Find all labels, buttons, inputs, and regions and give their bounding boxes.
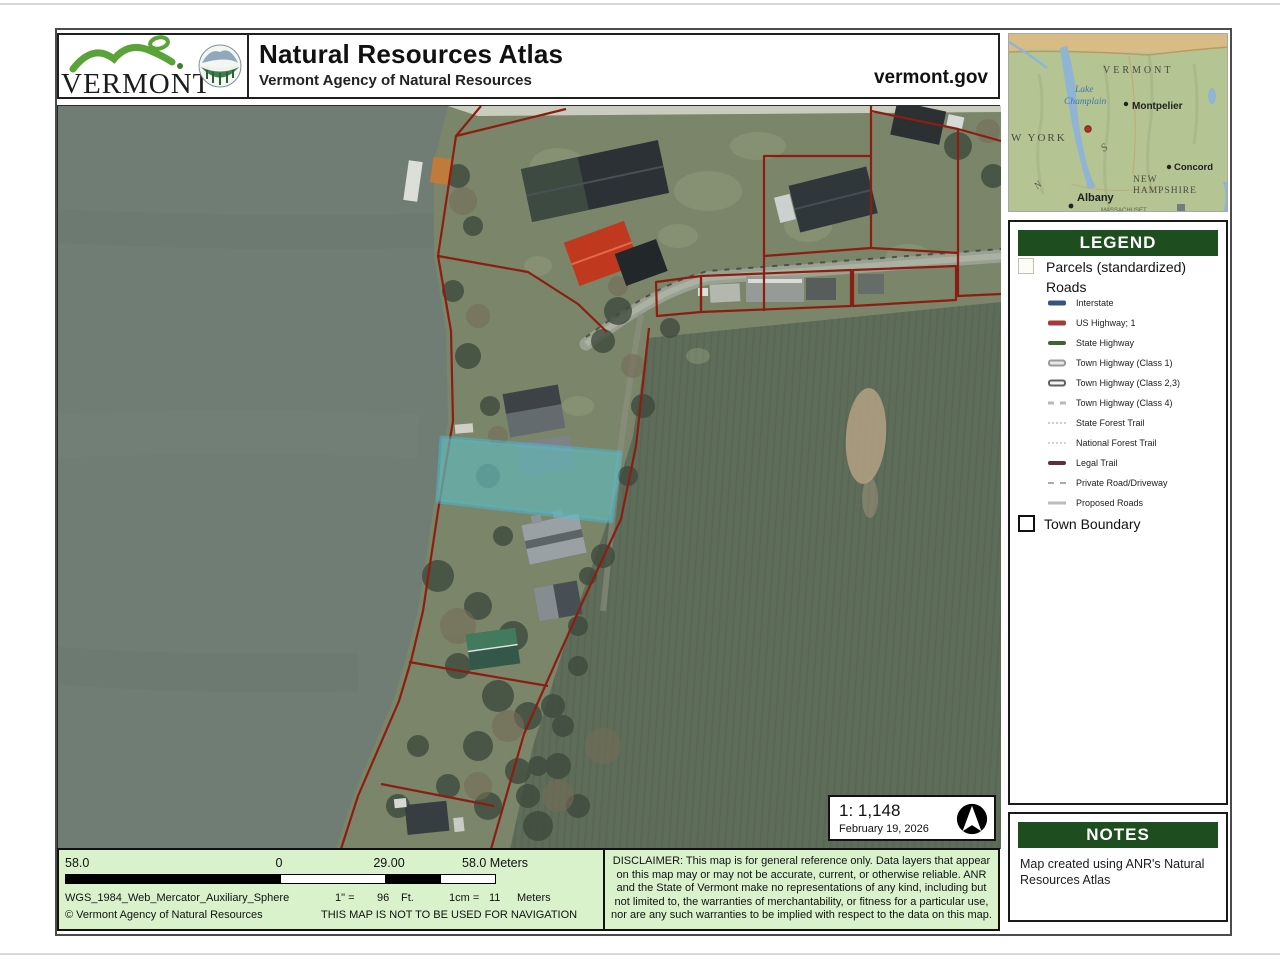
building-green-roof <box>466 628 521 671</box>
inset-label-lake1: Lake <box>1074 85 1093 95</box>
scale-ratio-box: 1: 1,148 February 19, 2026 <box>828 795 996 841</box>
header-divider <box>247 35 249 97</box>
scale-ratio: 1: 1,148 <box>839 801 900 821</box>
town-boundary-label: Town Boundary <box>1044 516 1141 532</box>
legend-label: Private Road/Driveway <box>1076 478 1168 488</box>
page-top-divider <box>0 3 1280 5</box>
navigation-warning: THIS MAP IS NOT TO BE USED FOR NAVIGATIO… <box>321 909 577 921</box>
legend-row-us-highway: US Highway; 1 <box>1010 314 1226 332</box>
legend-row-interstate: Interstate <box>1010 294 1226 312</box>
map-export-page: VERMONT Natural Resources Atlas Vermont … <box>0 0 1280 960</box>
state-forest-trail-dash-icon <box>1048 422 1066 424</box>
vermont-gov-label: vermont.gov <box>874 67 988 89</box>
page-bottom-divider <box>0 953 1280 955</box>
inch-eq: 1" = <box>335 892 355 904</box>
scalebar-mid-label: 29.00 <box>373 856 404 870</box>
cm-eq: 1cm = <box>449 892 479 904</box>
aerial-map <box>58 106 1001 849</box>
town-highway-23-line-icon <box>1048 380 1066 387</box>
roads-heading: Roads <box>1046 279 1086 295</box>
parcels-checkbox <box>1018 258 1034 274</box>
legend-label: State Forest Trail <box>1076 418 1145 428</box>
map-date: February 19, 2026 <box>839 823 929 835</box>
vermont-wordmark: VERMONT <box>61 68 211 97</box>
legend-row-legal-trail: Legal Trail <box>1010 454 1226 472</box>
north-arrow-icon <box>955 802 989 836</box>
legal-trail-line-icon <box>1048 461 1066 465</box>
legend-label: Legal Trail <box>1076 458 1118 468</box>
inset-label-vermont: VERMONT <box>1103 65 1173 76</box>
inset-label-nh2: HAMPSHIRE <box>1133 186 1197 196</box>
legend-row-town-highway-1: Town Highway (Class 1) <box>1010 354 1226 372</box>
cm-unit: Meters <box>517 892 551 904</box>
legend-header: LEGEND <box>1018 230 1218 256</box>
svg-text:MASSACHUSET: MASSACHUSET <box>1101 208 1147 212</box>
inset-label-montpelier: Montpelier <box>1132 101 1183 112</box>
town-highway-1-line-icon <box>1048 360 1066 367</box>
legend-row-private-road: Private Road/Driveway <box>1010 474 1226 492</box>
notes-panel: NOTES Map created using ANR's Natural Re… <box>1008 812 1228 922</box>
scalebar-panel: 58.0 0 29.00 58.0 Meters WGS_1984_Web_Me… <box>57 848 605 931</box>
inset-label-concord: Concord <box>1174 162 1213 173</box>
notes-body: Map created using ANR's Natural Resource… <box>1020 856 1218 888</box>
scalebar-right-label: 58.0 Meters <box>462 856 528 870</box>
logo-area: VERMONT <box>59 35 247 97</box>
inset-label-newyork: W YORK <box>1011 132 1067 144</box>
page-title: Natural Resources Atlas <box>259 39 563 70</box>
scalebar-zero-label: 0 <box>276 856 283 870</box>
inset-label-nh1: NEW <box>1133 175 1158 185</box>
legend-label: US Highway; 1 <box>1076 318 1136 328</box>
legend-town-boundary-row: Town Boundary <box>1010 515 1226 533</box>
disclaimer-panel: DISCLAIMER: This map is for general refe… <box>603 848 1000 931</box>
parcels-label: Parcels (standardized) <box>1046 259 1186 275</box>
legend-row-state-forest-trail: State Forest Trail <box>1010 414 1226 432</box>
notes-header: NOTES <box>1018 822 1218 848</box>
inset-label-lake2: Champlain <box>1064 97 1106 107</box>
legend-row-town-highway-23: Town Highway (Class 2,3) <box>1010 374 1226 392</box>
legend-label: Town Highway (Class 2,3) <box>1076 378 1180 388</box>
legend-label: Town Highway (Class 4) <box>1076 398 1173 408</box>
inch-unit: Ft. <box>401 892 414 904</box>
inset-label-albany: Albany <box>1077 192 1115 204</box>
scalebar-left-label: 58.0 <box>65 856 89 870</box>
copyright-label: © Vermont Agency of Natural Resources <box>65 909 263 921</box>
page-subtitle: Vermont Agency of Natural Resources <box>259 72 563 89</box>
us-highway-line-icon <box>1048 321 1066 326</box>
anr-globe-icon <box>197 43 243 89</box>
projection-label: WGS_1984_Web_Mercator_Auxiliary_Sphere <box>65 892 289 904</box>
legend-row-national-forest-trail: National Forest Trail <box>1010 434 1226 452</box>
header: VERMONT Natural Resources Atlas Vermont … <box>57 33 1000 99</box>
town-highway-4-dash-icon <box>1048 402 1066 405</box>
legend-row-town-highway-4: Town Highway (Class 4) <box>1010 394 1226 412</box>
locator-inset-map: VERMONT Lake Champlain Montpelier W YORK… <box>1008 33 1228 212</box>
scale-bar <box>65 874 496 884</box>
town-boundary-checkbox <box>1018 515 1035 532</box>
legend-label: Interstate <box>1076 298 1114 308</box>
inch-value: 96 <box>377 892 389 904</box>
state-highway-line-icon <box>1048 341 1066 345</box>
legend-label: National Forest Trail <box>1076 438 1157 448</box>
legend-row-proposed-roads: Proposed Roads <box>1010 494 1226 512</box>
disclaimer-text: DISCLAIMER: This map is for general refe… <box>611 855 992 923</box>
proposed-roads-line-icon <box>1048 502 1066 505</box>
legend-panel: LEGEND Parcels (standardized) Roads Inte… <box>1008 220 1228 805</box>
legend-label: State Highway <box>1076 338 1134 348</box>
legend-row-state-highway: State Highway <box>1010 334 1226 352</box>
national-forest-trail-dash-icon <box>1048 442 1066 444</box>
inset-location-dot <box>1085 126 1091 132</box>
map-canvas[interactable] <box>57 105 1000 848</box>
interstate-line-icon <box>1048 301 1066 306</box>
private-road-dash-icon <box>1048 482 1066 484</box>
legend-label: Proposed Roads <box>1076 498 1143 508</box>
legend-label: Town Highway (Class 1) <box>1076 358 1173 368</box>
cm-value: 11 <box>489 892 500 904</box>
legend-parcels-row: Parcels (standardized) <box>1010 258 1226 276</box>
